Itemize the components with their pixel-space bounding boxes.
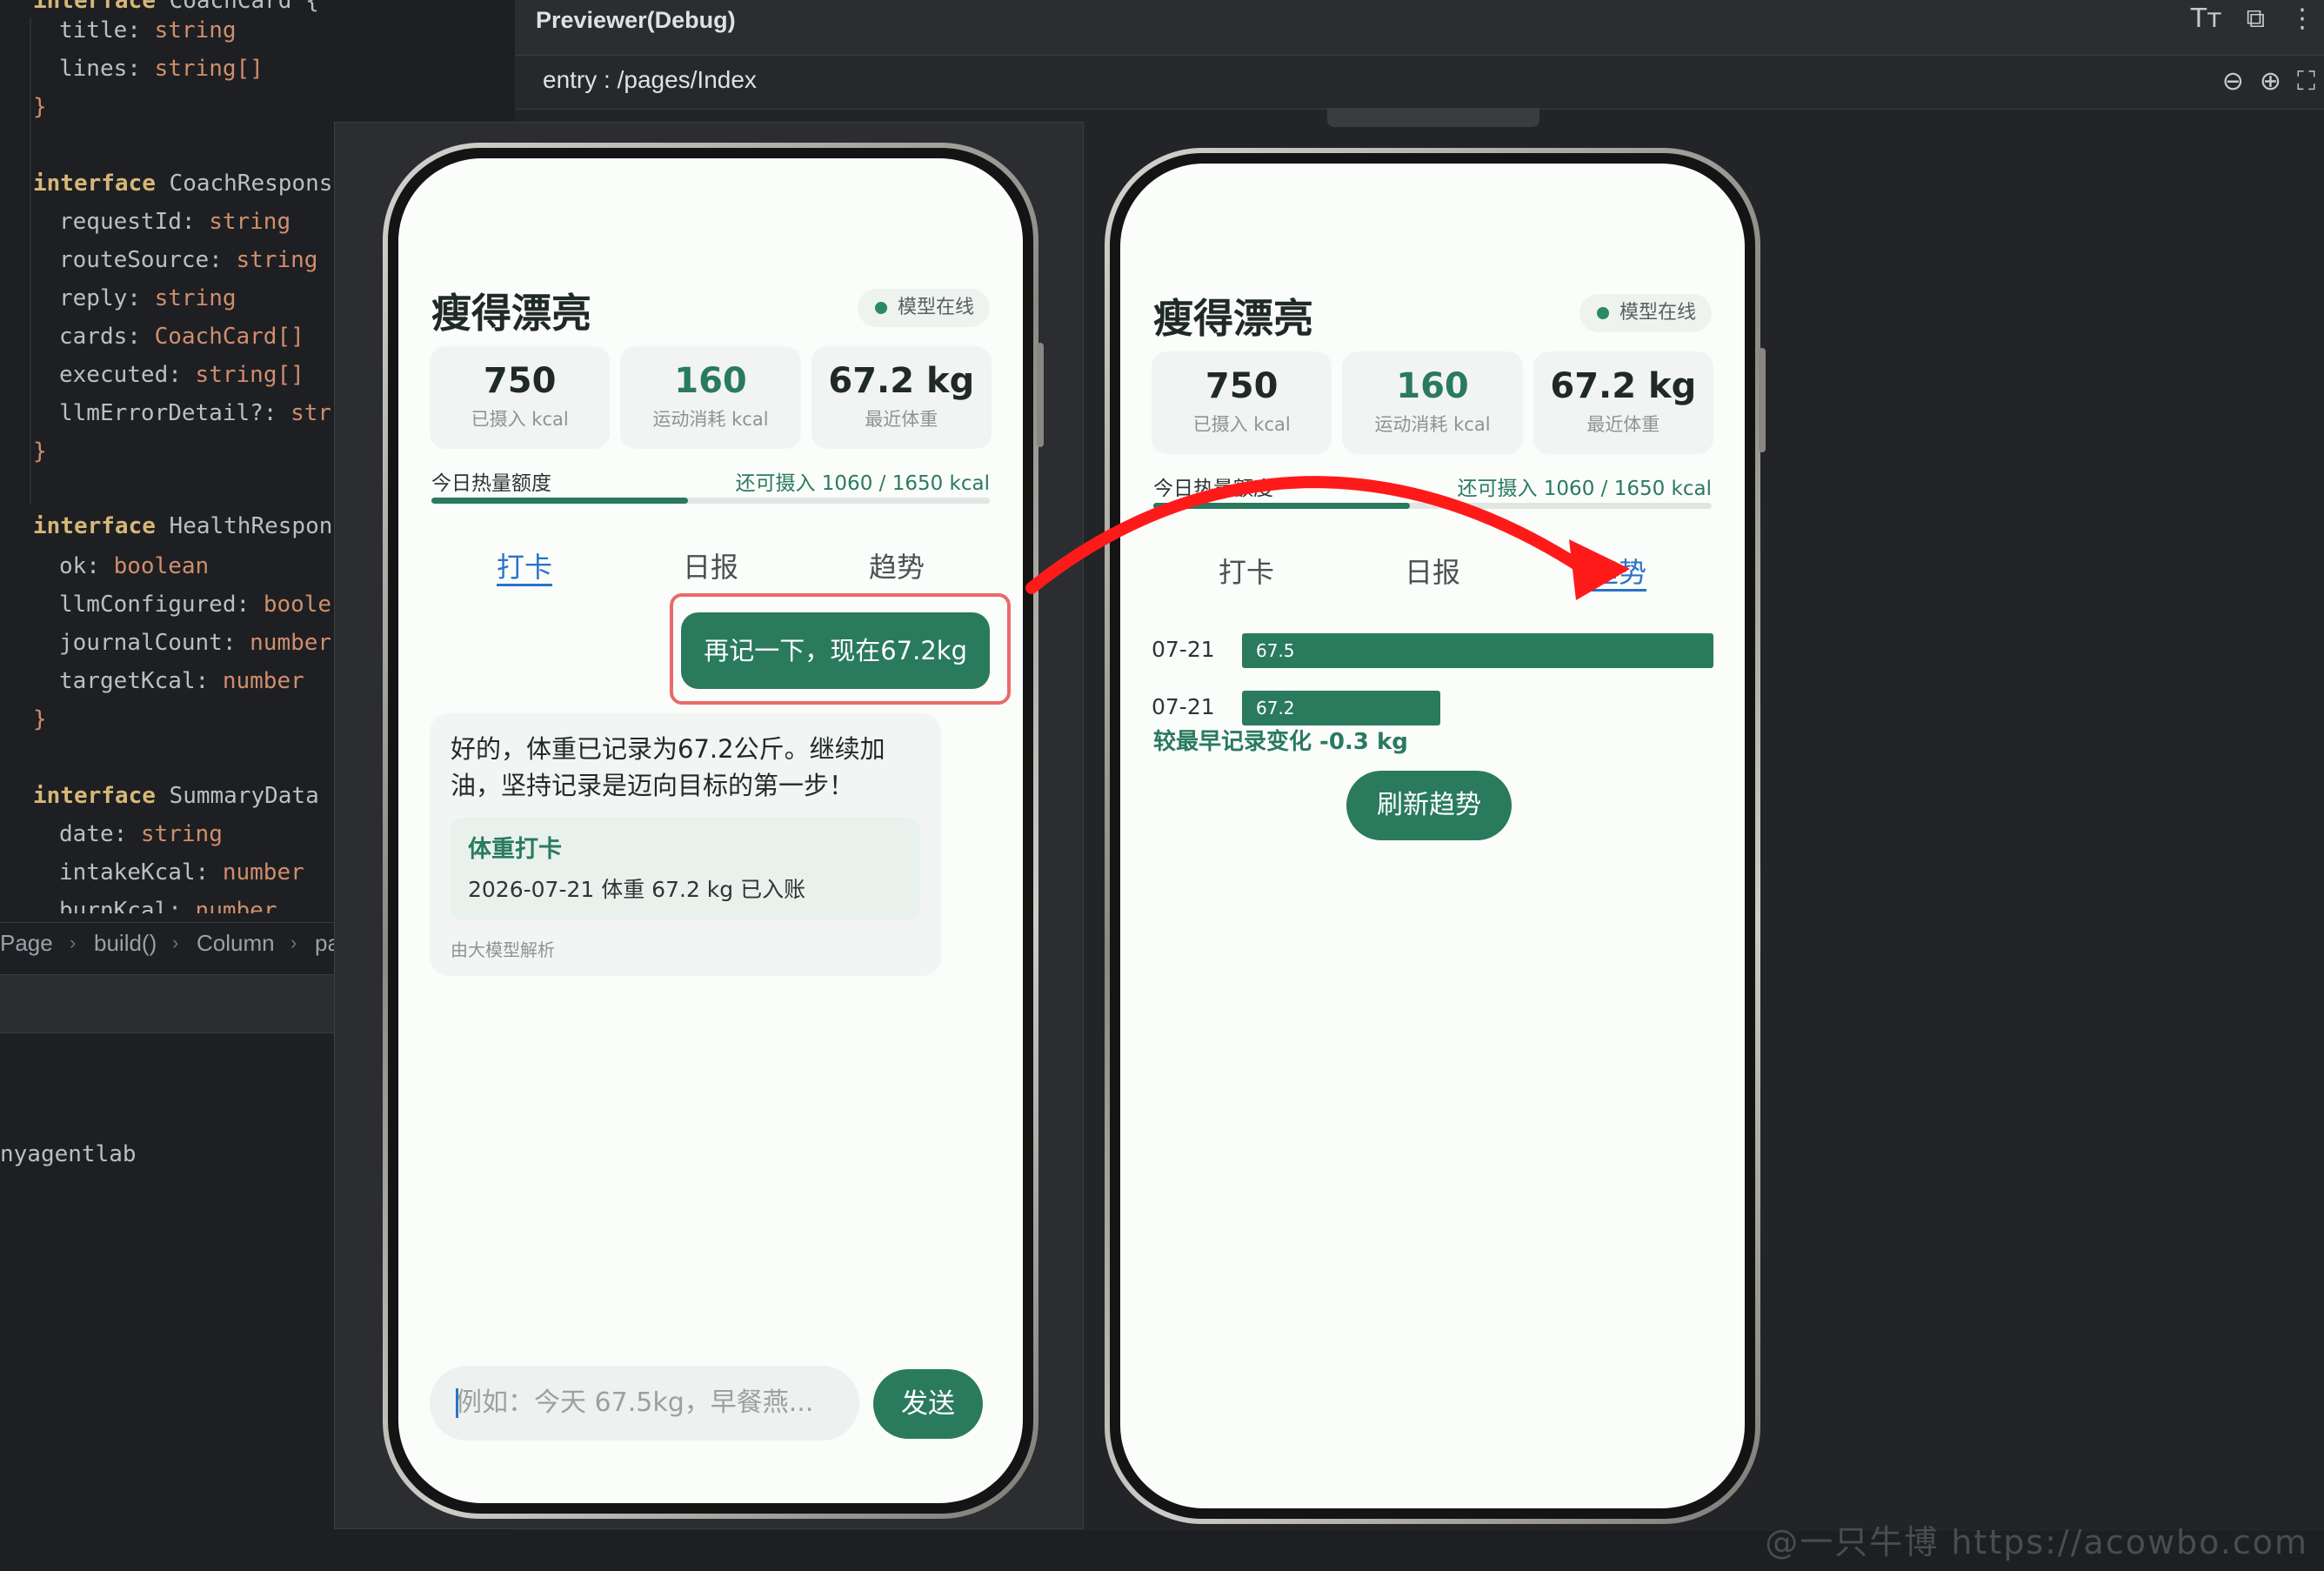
input-placeholder: 例如：今天 67.5kg，早餐燕... bbox=[456, 1387, 814, 1418]
code-line[interactable]: } bbox=[33, 706, 47, 732]
trend-row: 07-21 67.5 bbox=[1152, 633, 1713, 672]
code-line[interactable]: lines: string[] bbox=[59, 56, 264, 82]
side-button bbox=[1759, 348, 1766, 452]
terminal-output: nyagentlab bbox=[0, 1141, 137, 1167]
stat-weight: 67.2 kg 最近体重 bbox=[1533, 351, 1713, 454]
code-line[interactable]: routeSource: string bbox=[59, 247, 317, 273]
code-editor[interactable]: interface CoachCard { title: string lines:… bbox=[0, 0, 337, 913]
status-badge: 模型在线 bbox=[857, 289, 990, 327]
watermark: @一只牛博 https://acowbo.com bbox=[1765, 1523, 2308, 1561]
tab-bar: 打卡 日报 趋势 bbox=[431, 541, 990, 593]
trend-date-label: 07-21 bbox=[1152, 694, 1215, 719]
online-dot-icon bbox=[874, 302, 887, 314]
online-dot-icon bbox=[1596, 307, 1609, 319]
action-card: 体重打卡 2026-07-21 体重 67.2 kg 已入账 bbox=[451, 818, 920, 920]
code-line[interactable]: executed: string[] bbox=[59, 362, 304, 388]
trend-bar: 67.2 bbox=[1242, 691, 1440, 725]
message-input[interactable]: 例如：今天 67.5kg，早餐燕... bbox=[430, 1366, 859, 1441]
code-line[interactable]: title: string bbox=[59, 17, 237, 43]
code-line[interactable]: interface CoachResponse bbox=[33, 170, 337, 197]
code-line[interactable]: reply: string bbox=[59, 285, 237, 311]
code-line[interactable]: intakeKcal: number bbox=[59, 859, 304, 886]
stats-row: 750 已摄入 kcal 160 运动消耗 kcal 67.2 kg 最近体重 bbox=[430, 346, 992, 449]
collapse-icon[interactable]: ⧉ bbox=[2247, 3, 2265, 34]
app-screen: 瘦得漂亮 模型在线 750 已摄入 kcal 160 运动消耗 kcal 67.2 … bbox=[398, 158, 1023, 1503]
code-line[interactable]: llmConfigured: boole bbox=[59, 592, 331, 618]
code-line[interactable]: journalCount: number bbox=[59, 630, 331, 656]
previewer-title: Previewer(Debug) bbox=[536, 7, 736, 33]
action-card-line: 2026-07-21 体重 67.2 kg 已入账 bbox=[468, 877, 806, 902]
trend-change-text: 较最早记录变化 -0.3 kg bbox=[1153, 729, 1408, 755]
breadcrumb-item[interactable]: Column bbox=[197, 930, 275, 957]
tab-bar: 打卡 日报 趋势 bbox=[1153, 546, 1712, 598]
assistant-reply-card: 好的，体重已记录为67.2公斤。继续加油，坚持记录是迈向目标的第一步！ 体重打卡… bbox=[430, 713, 941, 976]
code-line[interactable]: } bbox=[33, 94, 47, 120]
stat-intake: 750 已摄入 kcal bbox=[430, 346, 611, 449]
breadcrumb-item[interactable]: Page bbox=[0, 930, 53, 957]
quota-label: 今日热量额度 bbox=[431, 472, 551, 495]
zoom-out-icon[interactable]: ⊖ bbox=[2222, 66, 2244, 97]
app-screen: 瘦得漂亮 模型在线 750 已摄入 kcal 160 运动消耗 kcal 67.2 … bbox=[1120, 164, 1745, 1508]
breadcrumb-item[interactable]: build() bbox=[94, 930, 157, 957]
trend-bar: 67.5 bbox=[1242, 633, 1713, 668]
trend-date-label: 07-21 bbox=[1152, 637, 1215, 662]
breadcrumb: Page › build() › Column › pa bbox=[0, 922, 337, 960]
tab-trend[interactable]: 趋势 bbox=[1526, 546, 1712, 598]
code-line[interactable]: } bbox=[33, 438, 47, 465]
text-caret bbox=[456, 1388, 458, 1418]
stats-row: 750 已摄入 kcal 160 运动消耗 kcal 67.2 kg 最近体重 bbox=[1152, 351, 1713, 454]
device-toolbar[interactable] bbox=[1327, 108, 1539, 127]
chevron-right-icon: › bbox=[290, 932, 297, 953]
send-button[interactable]: 发送 bbox=[873, 1369, 983, 1439]
previewer-header: Previewer(Debug) Tт ⧉ ⋮ bbox=[515, 0, 2324, 56]
code-line[interactable]: interface HealthRespon bbox=[33, 513, 332, 539]
stat-burn: 160 运动消耗 kcal bbox=[620, 346, 801, 449]
zoom-in-icon[interactable]: ⊕ bbox=[2260, 66, 2281, 97]
more-icon[interactable]: ⋮ bbox=[2289, 3, 2315, 34]
phone-trend: 瘦得漂亮 模型在线 750 已摄入 kcal 160 运动消耗 kcal 67.2 … bbox=[1105, 148, 1766, 1524]
code-line[interactable]: cards: CoachCard[] bbox=[59, 324, 304, 350]
code-line[interactable]: requestId: string bbox=[59, 209, 290, 235]
code-line[interactable]: interface SummaryData { bbox=[33, 783, 337, 809]
tool-window-tabs bbox=[0, 1033, 337, 1094]
stat-intake: 750 已摄入 kcal bbox=[1152, 351, 1332, 454]
assistant-reply-text: 好的，体重已记录为67.2公斤。继续加油，坚持记录是迈向目标的第一步！ bbox=[451, 734, 885, 800]
side-button bbox=[1037, 343, 1044, 447]
chevron-right-icon: › bbox=[172, 932, 179, 953]
annotation-highlight-box bbox=[670, 593, 1011, 705]
tab-daily-report[interactable]: 日报 bbox=[1339, 546, 1526, 598]
code-line[interactable]: targetKcal: number bbox=[59, 668, 304, 694]
phone-checkin: 瘦得漂亮 模型在线 750 已摄入 kcal 160 运动消耗 kcal 67.2 … bbox=[383, 143, 1044, 1519]
app-title: 瘦得漂亮 bbox=[431, 290, 591, 337]
quota-value: 还可摄入 1060 / 1650 kcal bbox=[1457, 478, 1712, 500]
chevron-right-icon: › bbox=[70, 932, 77, 953]
text-size-icon[interactable]: Tт bbox=[2191, 3, 2222, 34]
tab-daily-report[interactable]: 日报 bbox=[618, 541, 804, 593]
page-path[interactable]: entry : /pages/Index bbox=[543, 66, 757, 94]
quota-value: 还可摄入 1060 / 1650 kcal bbox=[735, 472, 990, 495]
code-line[interactable]: interface CoachCard { bbox=[33, 0, 319, 14]
code-line[interactable]: llmErrorDetail?: str bbox=[59, 400, 331, 426]
parsed-by-label: 由大模型解析 bbox=[451, 939, 555, 960]
tab-checkin[interactable]: 打卡 bbox=[431, 541, 618, 593]
quota-progress bbox=[431, 498, 990, 504]
stat-weight: 67.2 kg 最近体重 bbox=[811, 346, 992, 449]
app-title: 瘦得漂亮 bbox=[1153, 295, 1313, 342]
code-line[interactable]: date: string bbox=[59, 821, 223, 847]
quota-progress bbox=[1153, 503, 1712, 509]
action-card-title: 体重打卡 bbox=[468, 836, 562, 863]
fit-window-icon[interactable]: ⛶ bbox=[2297, 66, 2315, 97]
previewer-path-bar: entry : /pages/Index ⊖ ⊕ ⛶ bbox=[515, 56, 2324, 110]
quota-label: 今日热量额度 bbox=[1153, 478, 1273, 500]
code-line[interactable]: burnKcal: number bbox=[59, 898, 277, 913]
refresh-trend-button[interactable]: 刷新趋势 bbox=[1346, 771, 1512, 840]
code-line[interactable]: ok: boolean bbox=[59, 553, 209, 579]
tab-trend[interactable]: 趋势 bbox=[804, 541, 990, 593]
stat-burn: 160 运动消耗 kcal bbox=[1342, 351, 1523, 454]
status-badge: 模型在线 bbox=[1579, 294, 1712, 332]
tab-checkin[interactable]: 打卡 bbox=[1153, 546, 1339, 598]
tool-window-header bbox=[0, 974, 337, 1033]
